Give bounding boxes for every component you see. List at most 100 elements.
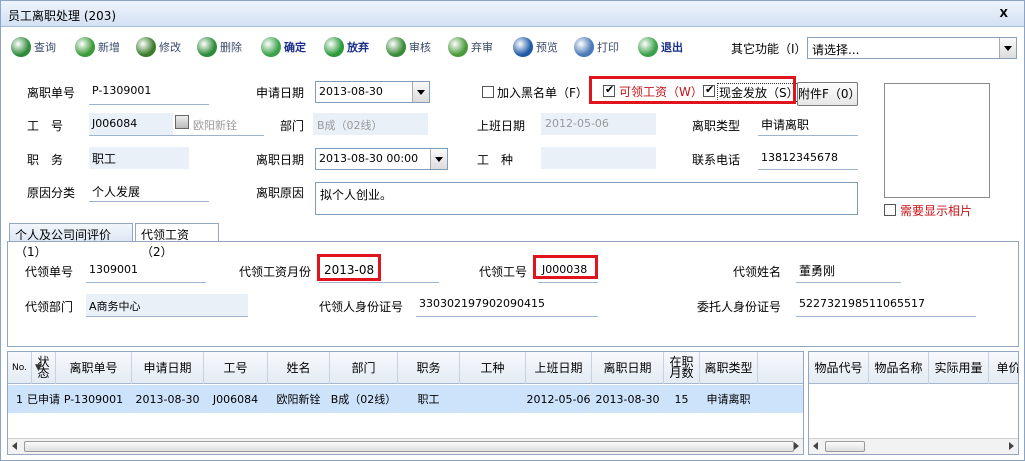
- attachment-button[interactable]: 附件F（0）: [797, 82, 861, 106]
- items-grid-header-cell[interactable]: 实际用量: [929, 352, 989, 384]
- proxy-no-value: 1309001: [89, 263, 138, 276]
- approve-icon: [386, 37, 406, 57]
- grid-cell[interactable]: B成（02线）: [330, 385, 398, 413]
- department-label: 部门: [280, 119, 305, 133]
- lookup-icon[interactable]: [175, 115, 189, 129]
- start-date-label: 上班日期: [477, 119, 526, 133]
- grid-header-cell[interactable]: 工号: [204, 352, 268, 384]
- grid-header-cell[interactable]: 离职类型: [700, 352, 758, 384]
- resign-date-label: 离职日期: [256, 153, 305, 167]
- tab-evaluation[interactable]: 个人及公司间评价（1）: [9, 223, 133, 259]
- grid-header-cell[interactable]: 工种: [460, 352, 526, 384]
- edit-icon: [136, 37, 156, 57]
- grid-header-cell[interactable]: 部门: [330, 352, 398, 384]
- other-functions-value: 请选择...: [812, 43, 860, 57]
- grid-scrollbar[interactable]: [8, 438, 803, 454]
- grid-header-cell[interactable]: 姓名: [268, 352, 330, 384]
- grid-header-cell[interactable]: 离职单号: [56, 352, 132, 384]
- scroll-left-icon[interactable]: [813, 442, 818, 450]
- resign-date-value: 2013-08-30 00:00: [319, 152, 419, 165]
- show-photo-checkbox[interactable]: [884, 204, 896, 216]
- resign-reason-label: 离职原因: [256, 186, 305, 200]
- position-label: 职 务: [27, 153, 64, 167]
- toolbar-label: 放弃: [347, 41, 369, 54]
- resign-date-picker[interactable]: 2013-08-30 00:00: [315, 148, 448, 170]
- reason-category-value: 个人发展: [92, 185, 141, 199]
- chevron-down-icon[interactable]: [430, 149, 447, 169]
- photo-frame: [884, 83, 990, 198]
- items-grid-header-cell[interactable]: 单价: [989, 352, 1018, 384]
- grid-header-cell[interactable]: 离职日期: [592, 352, 664, 384]
- grid-header-cell[interactable]: No.: [8, 352, 32, 384]
- toolbar-label: 打印: [597, 41, 619, 54]
- employee-id-value: J006084: [92, 117, 138, 130]
- chevron-down-icon[interactable]: [999, 38, 1016, 58]
- phone-label: 联系电话: [692, 153, 741, 167]
- exit-icon: [638, 37, 658, 57]
- confirm-icon: [261, 37, 281, 57]
- items-grid-scrollbar[interactable]: [809, 438, 1018, 454]
- employee-resignation-window: 员工离职处理 (203) X 查询 新增 修改 删除 确定 放弃 审核 弃审 预览 打印 退出 其它…: [0, 0, 1025, 461]
- grid-cell[interactable]: J006084: [204, 385, 268, 413]
- resignation-grid: No. 状态 离职单号 申请日期 工号 姓名 部门 职务 工种 上班日期 离职日期 在职月数 离职类型 ▼…: [7, 351, 804, 455]
- resign-no-label: 离职单号: [27, 86, 76, 100]
- toolbar-button-9[interactable]: 打印: [574, 35, 619, 59]
- toolbar-button-0[interactable]: 查询: [11, 35, 56, 59]
- grid-cell[interactable]: [460, 385, 526, 413]
- discard-icon: [324, 37, 344, 57]
- scroll-right-icon[interactable]: [794, 442, 799, 450]
- scroll-left-icon[interactable]: [12, 442, 17, 450]
- grid-cell[interactable]: 2013-08-30: [592, 385, 664, 413]
- toolbar-button-10[interactable]: 退出: [638, 35, 683, 59]
- close-button[interactable]: X: [1000, 7, 1008, 20]
- job-type-field[interactable]: [541, 147, 656, 169]
- other-functions-select[interactable]: 请选择...: [807, 37, 1017, 59]
- window-title: 员工离职处理 (203): [8, 9, 117, 23]
- highlight-box-emp-id: [533, 255, 598, 279]
- grid-header-cell[interactable]: 申请日期: [132, 352, 204, 384]
- delete-icon: [197, 37, 217, 57]
- table-row[interactable]: 1 已申请 P-1309001 2013-08-30 J006084 欧阳新铨 B成（02线…: [8, 385, 803, 413]
- proxy-idcard-label: 代领人身份证号: [319, 300, 404, 314]
- apply-date-picker[interactable]: 2013-08-30: [315, 81, 430, 103]
- toolbar-button-4[interactable]: 确定: [261, 35, 306, 59]
- resign-reason-textarea[interactable]: 拟个人创业。: [315, 182, 858, 215]
- grid-header-cell[interactable]: 上班日期: [526, 352, 592, 384]
- toolbar-button-5[interactable]: 放弃: [324, 35, 369, 59]
- grid-cell[interactable]: 欧阳新铨: [268, 385, 330, 413]
- grid-cell[interactable]: 已申请: [27, 385, 60, 413]
- items-grid-header-cell[interactable]: 物品代号: [809, 352, 869, 384]
- chevron-down-icon[interactable]: [412, 82, 429, 102]
- tab-proxy-wage[interactable]: 代领工资（2）: [135, 223, 219, 259]
- toolbar-button-7[interactable]: 弃审: [448, 35, 493, 59]
- resign-type-label: 离职类型: [692, 119, 741, 133]
- scroll-right-icon[interactable]: [1009, 442, 1014, 450]
- grid-header-cell[interactable]: 在职月数: [664, 352, 700, 384]
- resign-no-value: P-1309001: [92, 84, 152, 97]
- toolbar-button-1[interactable]: 新增: [75, 35, 120, 59]
- blacklist-label: 加入黑名单（F）: [497, 86, 588, 100]
- grid-cell[interactable]: 职工: [398, 385, 460, 413]
- toolbar-label: 审核: [409, 41, 431, 54]
- grid-cell[interactable]: 申请离职: [700, 385, 758, 413]
- scroll-thumb[interactable]: [24, 441, 794, 452]
- grid-cell[interactable]: 2012-05-06: [526, 385, 592, 413]
- items-grid-header-cell[interactable]: 物品名称: [869, 352, 929, 384]
- blacklist-checkbox[interactable]: [482, 86, 494, 98]
- scroll-thumb[interactable]: [825, 441, 865, 452]
- toolbar-button-3[interactable]: 删除: [197, 35, 242, 59]
- grid-cell[interactable]: 15: [664, 385, 700, 413]
- toolbar-button-6[interactable]: 审核: [386, 35, 431, 59]
- show-photo-label: 需要显示相片: [900, 204, 973, 218]
- grid-header-cell[interactable]: 职务: [398, 352, 460, 384]
- title-bar: 员工离职处理 (203) X: [1, 1, 1024, 27]
- preview-icon: [513, 37, 533, 57]
- toolbar-button-8[interactable]: 预览: [513, 35, 558, 59]
- grid-cell[interactable]: 2013-08-30: [132, 385, 204, 413]
- filter-icon[interactable]: ▼: [35, 363, 42, 373]
- toolbar-label: 弃审: [471, 41, 493, 54]
- grid-cell[interactable]: P-1309001: [56, 385, 132, 413]
- other-functions-label: 其它功能（I）:: [731, 42, 811, 56]
- proxy-no-label: 代领单号: [25, 265, 74, 279]
- toolbar-button-2[interactable]: 修改: [136, 35, 181, 59]
